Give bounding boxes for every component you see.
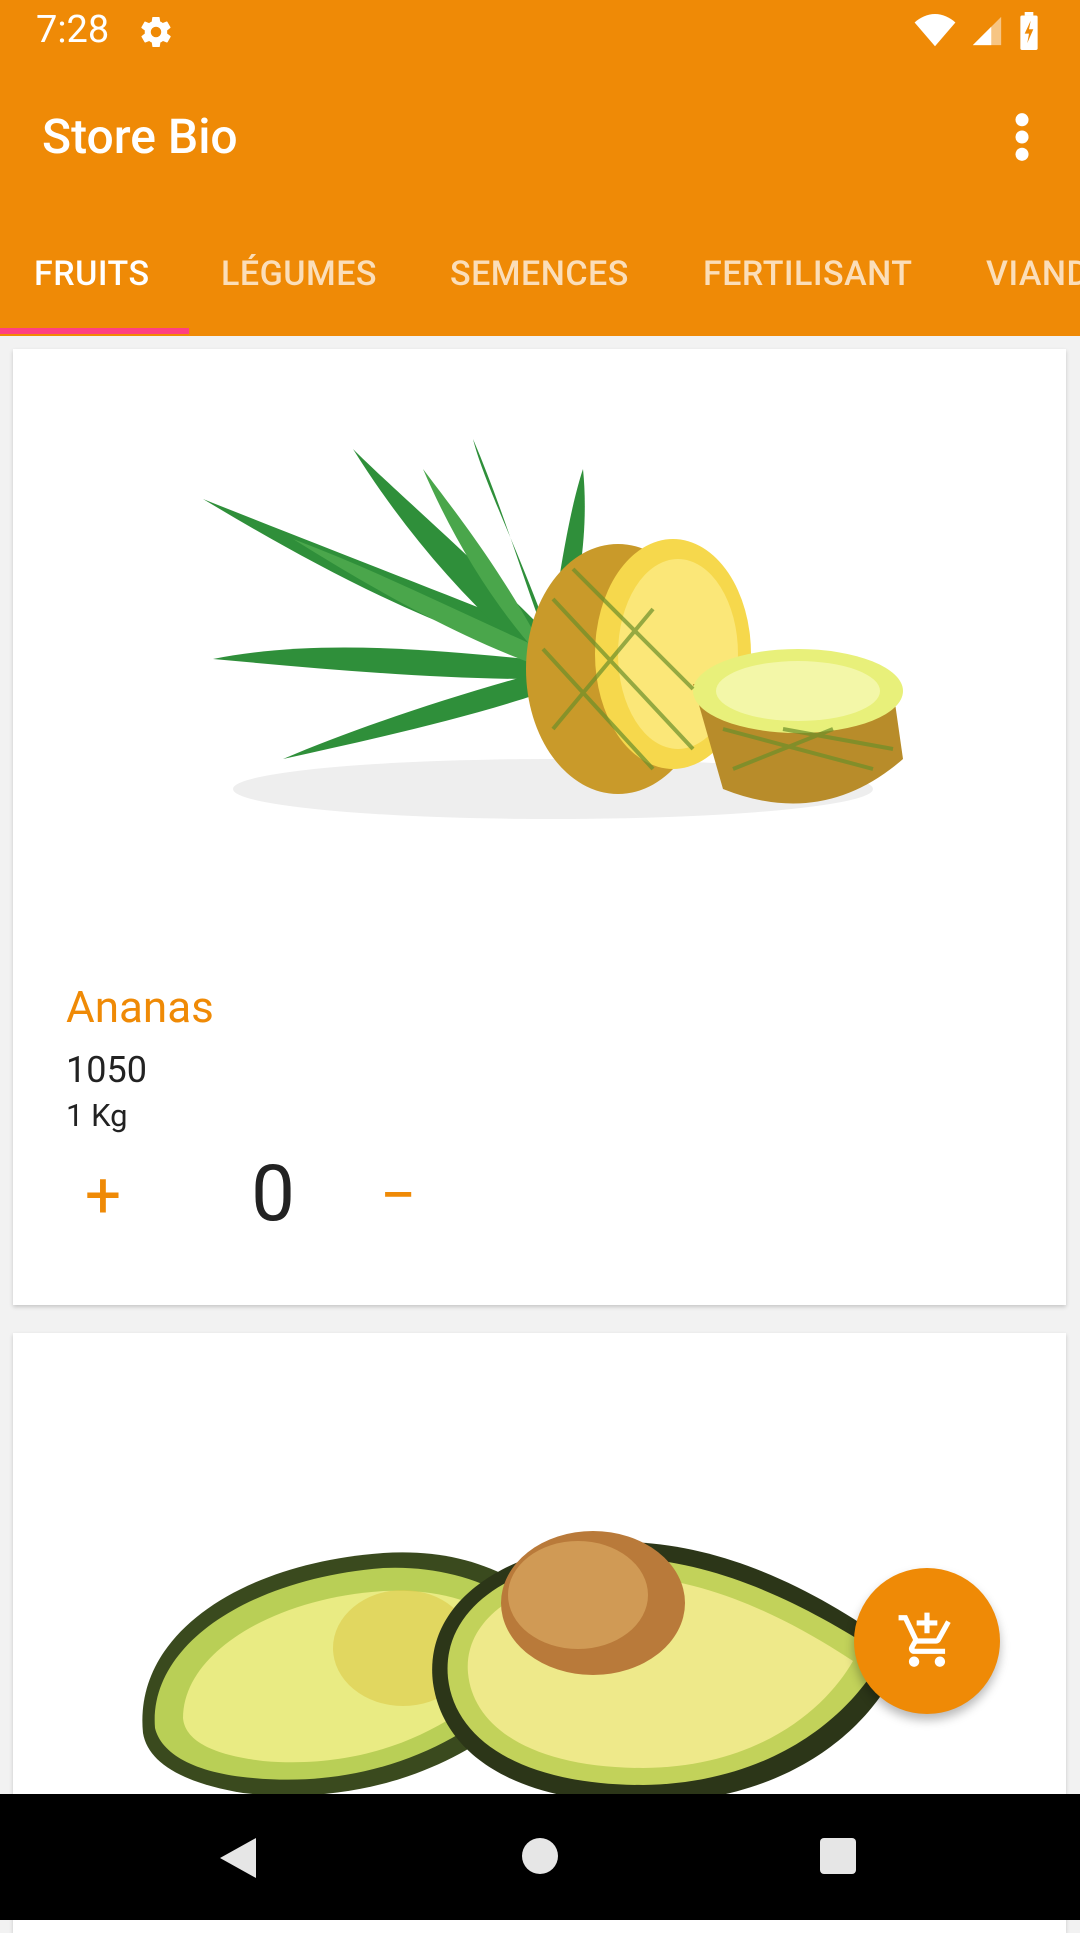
quantity-value: 0: [251, 1149, 295, 1240]
home-icon[interactable]: [520, 1836, 560, 1876]
tab-fruits[interactable]: FRUITS: [34, 240, 150, 336]
app-bar: 7:28 Store Bio FRUITS LÉGUMES SEMENCES F…: [0, 0, 1080, 336]
app-title: Store Bio: [42, 108, 238, 165]
back-icon[interactable]: [216, 1834, 260, 1882]
pineapple-image: [203, 439, 903, 819]
wifi-icon: [914, 14, 956, 47]
status-time: 7:28: [36, 8, 110, 52]
more-vert-icon[interactable]: [1002, 112, 1042, 162]
product-price: 1050: [66, 1049, 147, 1091]
avocado-image: [142, 1531, 903, 1803]
recents-icon[interactable]: [818, 1836, 858, 1876]
category-tabs: FRUITS LÉGUMES SEMENCES FERTILISANT VIAN…: [0, 240, 1080, 336]
status-icons: [914, 12, 1040, 50]
product-unit: 1 Kg: [66, 1097, 128, 1134]
battery-icon: [1020, 12, 1038, 50]
tab-fertilisant[interactable]: FERTILISANT: [703, 240, 913, 336]
status-bar: 7:28: [0, 0, 1080, 64]
signal-icon: [972, 16, 1002, 46]
add-to-cart-fab[interactable]: [854, 1568, 1000, 1714]
increase-quantity-button[interactable]: +: [73, 1161, 133, 1231]
add-shopping-cart-icon: [898, 1612, 951, 1667]
tab-viande[interactable]: VIAND: [986, 240, 1080, 336]
product-card[interactable]: Ananas 1050 1 Kg + 0 −: [13, 349, 1066, 1305]
decrease-quantity-button[interactable]: −: [368, 1161, 428, 1231]
tab-semences[interactable]: SEMENCES: [450, 240, 629, 336]
tab-indicator: [0, 328, 189, 334]
navigation-bar: [0, 1794, 1080, 1920]
product-name: Ananas: [66, 981, 214, 1033]
gear-icon: [141, 17, 171, 48]
tab-legumes[interactable]: LÉGUMES: [221, 240, 377, 336]
